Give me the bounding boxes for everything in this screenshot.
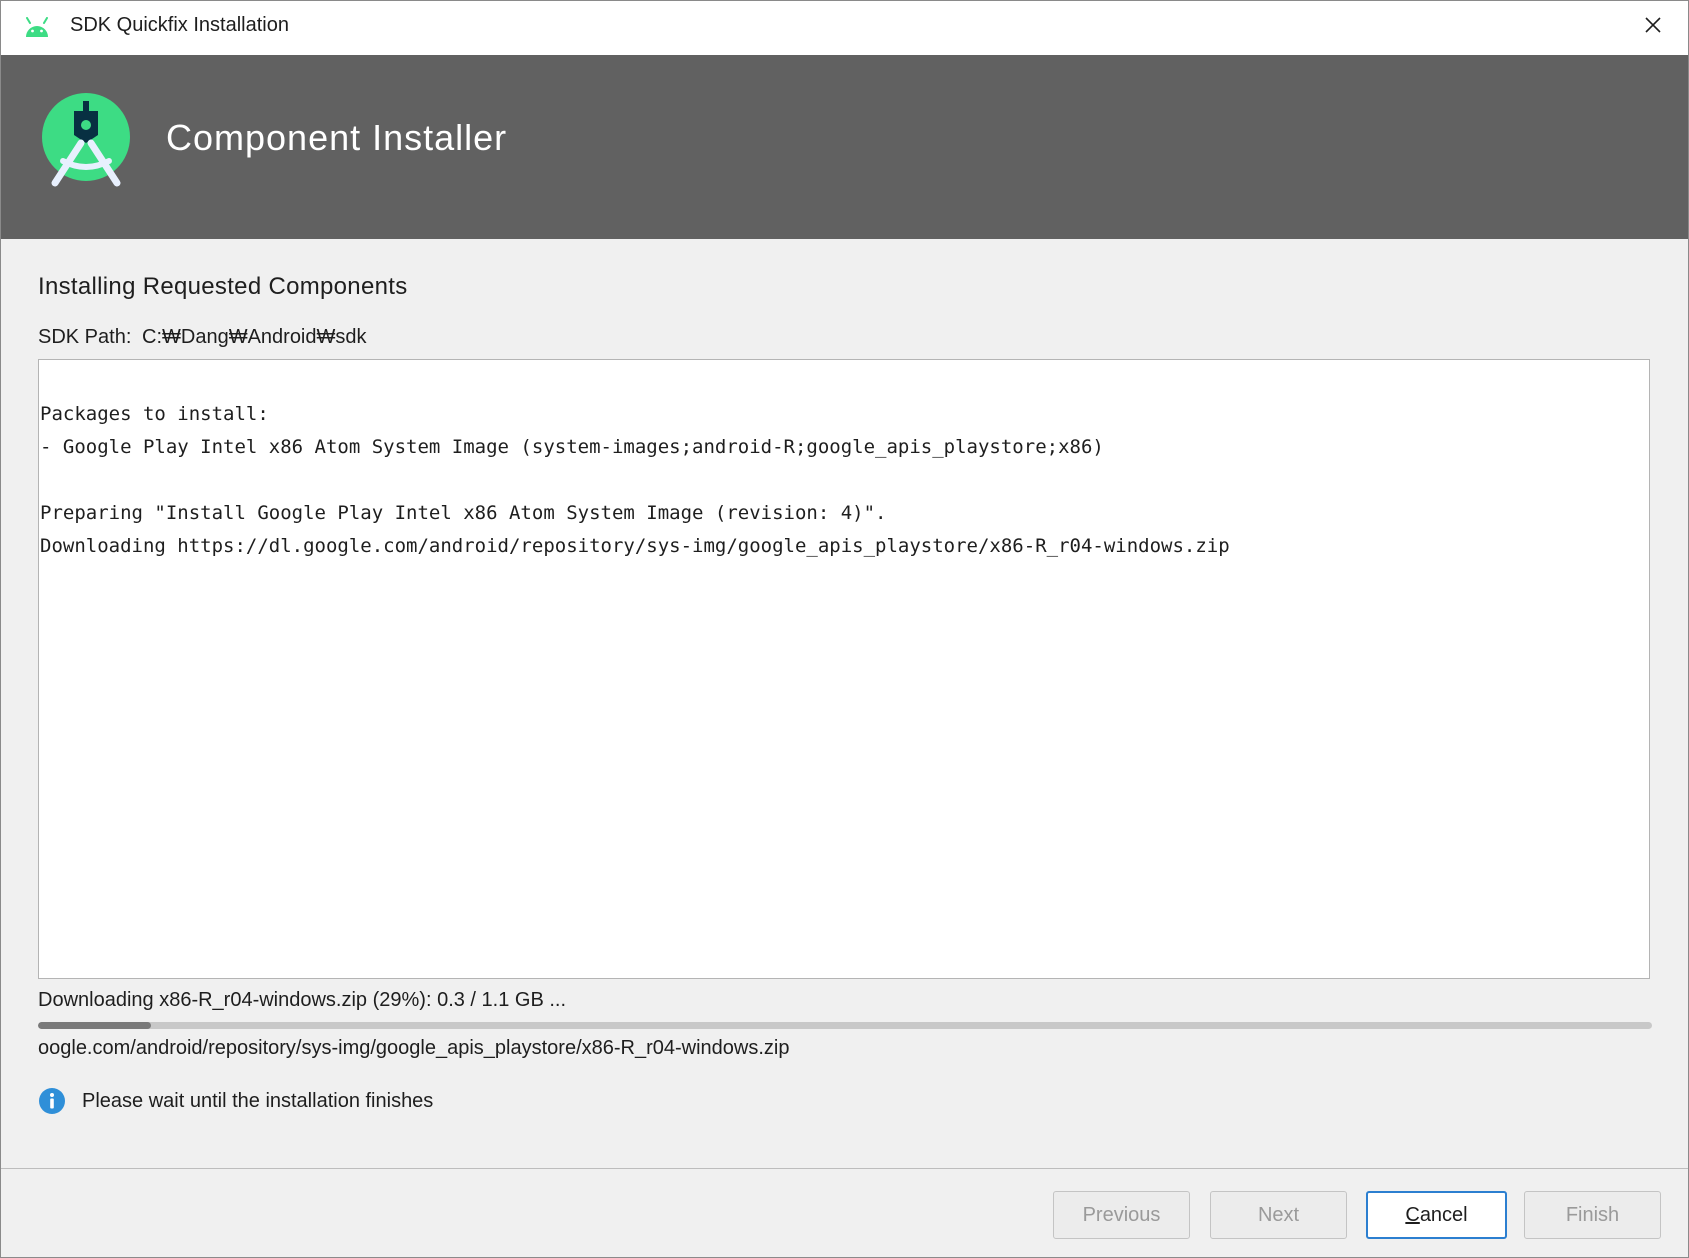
footer-divider [1,1168,1688,1169]
info-message: Please wait until the installation finis… [38,1086,433,1116]
download-status: Downloading x86-R_r04-windows.zip (29%):… [38,989,567,1011]
previous-button[interactable]: Previous [1053,1191,1190,1239]
cancel-mnemonic: C [1405,1203,1420,1226]
info-text: Please wait until the installation finis… [82,1089,434,1112]
finish-button[interactable]: Finish [1524,1191,1661,1239]
banner-title: Component Installer [166,117,508,158]
android-icon [26,17,48,37]
installer-window: SDK Quickfix Installation Component Inst… [0,0,1689,1258]
window-title: SDK Quickfix Installation [70,14,289,36]
close-icon [1645,17,1661,33]
log-line: Preparing "Install Google Play Intel x86… [40,502,887,524]
download-url: oogle.com/android/repository/sys-img/goo… [38,1037,790,1059]
log-line: Packages to install: [40,403,269,425]
next-button[interactable]: Next [1210,1191,1347,1239]
title-bar: SDK Quickfix Installation [1,1,1688,55]
sdk-path-value: C:₩Dang₩Android₩sdk [142,326,367,348]
log-line: Downloading https://dl.google.com/androi… [40,535,1230,557]
section-title: Installing Requested Components [38,273,408,300]
progress-bar [38,1022,1652,1029]
header-banner: Component Installer [1,55,1688,239]
close-button[interactable] [1618,1,1688,49]
sdk-path-label: SDK Path: [38,326,132,348]
info-icon [39,1088,65,1114]
cancel-label: ancel [1419,1203,1468,1226]
install-log[interactable]: Packages to install: - Google Play Intel… [38,359,1650,979]
progress-fill [38,1022,151,1029]
cancel-button[interactable]: Cancel [1366,1191,1507,1239]
android-studio-logo-icon [42,93,130,187]
log-line: - Google Play Intel x86 Atom System Imag… [40,436,1104,458]
